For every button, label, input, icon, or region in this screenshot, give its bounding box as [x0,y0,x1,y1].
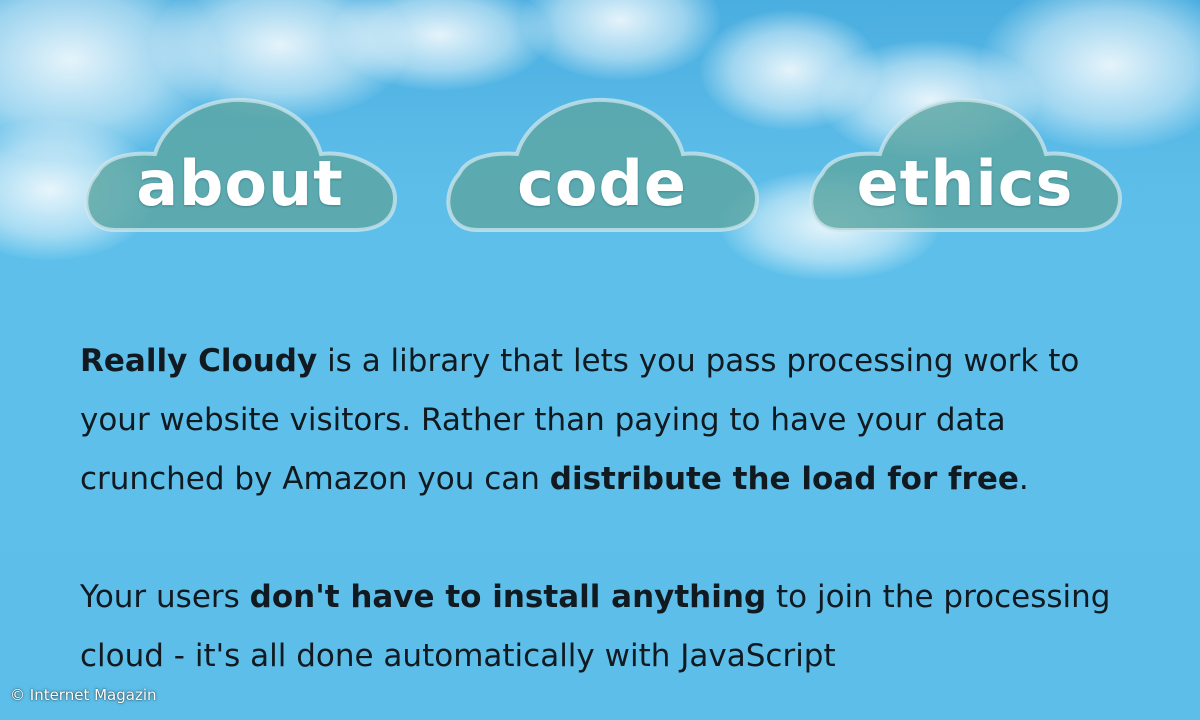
second-paragraph: Your users don't have to install anythin… [80,579,1111,674]
highlight-text: don't have to install anything [249,579,767,615]
nav-ethics-label: ethics [856,147,1074,220]
highlight-text: distribute the load for free [549,461,1019,497]
nav-about-label: about [136,147,344,220]
main-content: Really Cloudy is a library that lets you… [80,332,1140,720]
nav-ethics-button[interactable]: ethics [800,62,1130,242]
nav-about-button[interactable]: about [75,62,405,242]
brand-name: Really Cloudy [80,343,318,379]
nav-code-label: code [517,147,687,220]
nav-code-button[interactable]: code [437,62,767,242]
intro-paragraph: Really Cloudy is a library that lets you… [80,343,1080,497]
main-navigation: about code ethics [0,0,1200,260]
watermark-credit: © Internet Magazin [10,686,157,704]
